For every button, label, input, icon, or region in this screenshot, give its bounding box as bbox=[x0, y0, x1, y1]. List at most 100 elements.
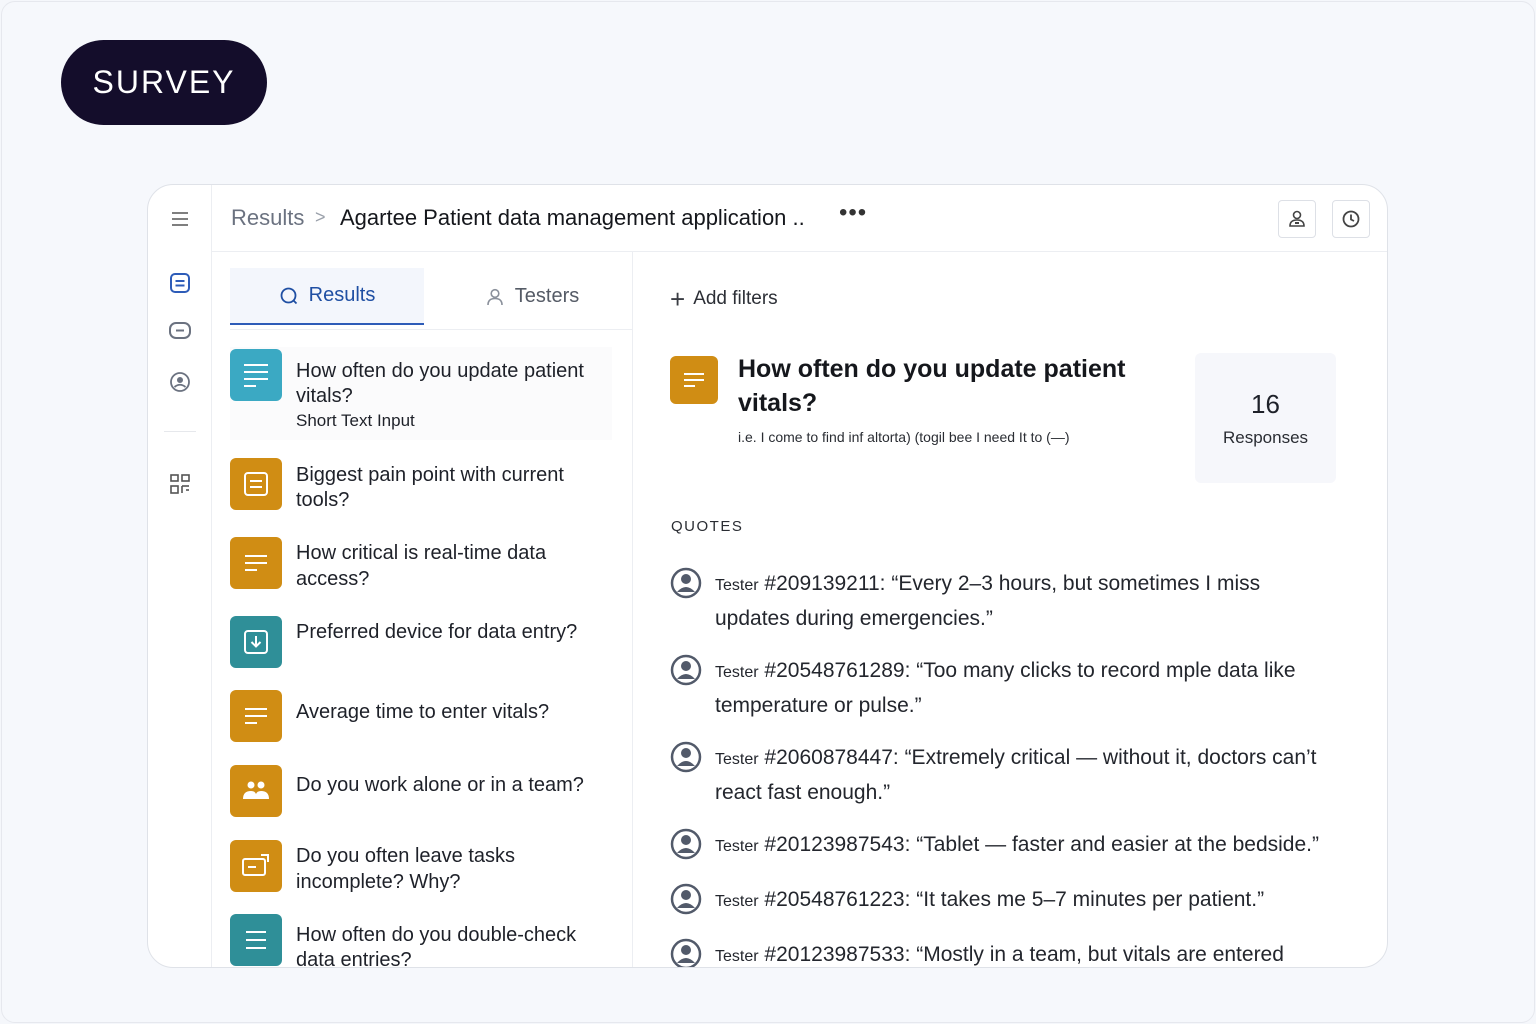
tab-results-label: Results bbox=[308, 284, 376, 306]
quote-tester-id: #20548761289: bbox=[764, 659, 911, 682]
quote-tester-label: Tester bbox=[715, 948, 759, 965]
question-title: How often do you update patient vitals? bbox=[738, 352, 1158, 420]
survey-badge-label: SURVEY bbox=[92, 64, 236, 100]
quote-tester-label: Tester bbox=[715, 893, 759, 910]
avatar-icon bbox=[670, 741, 702, 773]
tabs-divider bbox=[230, 329, 633, 330]
question-text: How often do you update patient bbox=[296, 360, 584, 382]
quote-body-cont: updates during emergencies.” bbox=[715, 607, 993, 630]
questions-panel: Results Testers How often do you update … bbox=[212, 252, 633, 967]
quote-body: “It takes me 5–7 minutes per patient.” bbox=[910, 888, 1265, 911]
question-text: Do you often leave tasks bbox=[296, 845, 516, 867]
tab-results[interactable]: Results bbox=[230, 268, 424, 325]
quote-tester-label: Tester bbox=[715, 838, 759, 855]
question-text-cont: incomplete? Why? bbox=[296, 871, 461, 893]
quote-body: “Every 2–3 hours, but sometimes I miss bbox=[885, 572, 1261, 595]
quote-tester-id: #20548761223: bbox=[764, 888, 911, 911]
quote-item: Tester #20548761289: “Too many clicks to… bbox=[670, 654, 1360, 720]
user-icon bbox=[486, 288, 503, 305]
quote-tester-id: #20123987543: bbox=[764, 833, 911, 856]
quote-text: Tester #2060878447: “Extremely critical … bbox=[715, 741, 1355, 809]
list-icon[interactable] bbox=[166, 269, 194, 297]
user-badge-button[interactable] bbox=[1278, 200, 1316, 238]
question-text: How critical is real-time data bbox=[296, 542, 547, 564]
avatar-icon bbox=[670, 828, 702, 860]
question-text-cont: data entries? bbox=[296, 949, 412, 968]
app-window: Results > Agartee Patient data managemen… bbox=[147, 184, 1388, 968]
user-badge-icon bbox=[1289, 210, 1305, 227]
chat-icon[interactable] bbox=[166, 317, 194, 345]
quotes-heading: QUOTES bbox=[671, 518, 744, 535]
quote-text: Tester #20123987533: “Mostly in a team, … bbox=[715, 938, 1355, 967]
download-box-icon bbox=[230, 616, 282, 668]
survey-badge: SURVEY bbox=[61, 40, 267, 125]
form-icon bbox=[230, 458, 282, 510]
text-lines-icon bbox=[230, 349, 282, 401]
breadcrumb-separator: > bbox=[315, 207, 326, 227]
history-button[interactable] bbox=[1332, 200, 1370, 238]
menu-icon[interactable] bbox=[166, 205, 194, 233]
add-filters-button[interactable]: + Add filters bbox=[670, 284, 778, 314]
question-description: i.e. I come to find inf altorta) (togil … bbox=[738, 429, 1070, 445]
question-type: Short Text Input bbox=[296, 411, 415, 430]
breadcrumb-results[interactable]: Results bbox=[231, 205, 304, 231]
avatar-icon bbox=[670, 883, 702, 915]
avatar-icon bbox=[670, 938, 702, 967]
list-lines-icon bbox=[230, 914, 282, 966]
question-item[interactable]: How often do you update patient vitals? … bbox=[230, 347, 612, 440]
question-item[interactable]: How critical is real-time data access? bbox=[230, 537, 612, 597]
quote-tester-label: Tester bbox=[715, 577, 759, 594]
team-icon bbox=[230, 765, 282, 817]
quote-text: Tester #209139211: “Every 2–3 hours, but… bbox=[715, 567, 1355, 635]
quote-text: Tester #20548761289: “Too many clicks to… bbox=[715, 654, 1355, 722]
text-lines-icon bbox=[230, 690, 282, 742]
search-icon bbox=[280, 287, 297, 304]
quote-tester-label: Tester bbox=[715, 664, 759, 681]
responses-card: 16 Responses bbox=[1195, 353, 1336, 483]
quote-item: Tester #20123987543: “Tablet — faster an… bbox=[670, 828, 1360, 862]
question-text: Biggest pain point with current bbox=[296, 464, 564, 486]
tab-testers-label: Testers bbox=[514, 285, 580, 307]
rail-divider bbox=[164, 431, 196, 432]
question-text: Average time to enter vitals? bbox=[296, 701, 550, 723]
quote-body-cont: react fast enough.” bbox=[715, 781, 891, 804]
user-circle-icon[interactable] bbox=[166, 368, 194, 396]
question-item[interactable]: Biggest pain point with current tools? bbox=[230, 458, 612, 518]
responses-count: 16 bbox=[1251, 389, 1280, 419]
question-item[interactable]: Do you work alone or in a team? bbox=[230, 765, 612, 819]
quote-tester-label: Tester bbox=[715, 751, 759, 768]
more-options-button[interactable]: ••• bbox=[839, 199, 867, 227]
question-title-line: How often do you update patient bbox=[738, 355, 1126, 383]
text-lines-icon bbox=[670, 356, 718, 404]
question-text-cont: vitals? bbox=[296, 385, 353, 407]
avatar-icon bbox=[670, 567, 702, 599]
tab-testers[interactable]: Testers bbox=[452, 268, 612, 325]
responses-label: Responses bbox=[1222, 428, 1309, 447]
question-detail-panel: + Add filters How often do you update pa… bbox=[633, 252, 1387, 967]
quote-tester-id: #20123987533: bbox=[764, 943, 911, 966]
grid-icon[interactable] bbox=[166, 470, 194, 498]
quote-text: Tester #20123987543: “Tablet — faster an… bbox=[715, 828, 1355, 863]
quote-body: “Extremely critical — without it, doctor… bbox=[898, 746, 1317, 769]
quote-body: “Too many clicks to record mple data lik… bbox=[910, 659, 1296, 682]
plus-icon: + bbox=[670, 284, 686, 314]
export-icon bbox=[230, 840, 282, 892]
question-text-cont: access? bbox=[296, 568, 370, 590]
quote-body: “Mostly in a team, but vitals are entere… bbox=[910, 943, 1284, 966]
question-item[interactable]: Average time to enter vitals? bbox=[230, 690, 612, 744]
avatar-icon bbox=[670, 654, 702, 686]
question-item[interactable]: Preferred device for data entry? bbox=[230, 616, 612, 670]
add-filters-label: Add filters bbox=[693, 288, 778, 309]
page-title: Agartee Patient data management applicat… bbox=[340, 205, 805, 230]
question-item[interactable]: How often do you double-check data entri… bbox=[230, 914, 612, 968]
quote-item: Tester #20548761223: “It takes me 5–7 mi… bbox=[670, 883, 1360, 917]
quote-tester-id: #2060878447: bbox=[764, 746, 899, 769]
question-item[interactable]: Do you often leave tasks incomplete? Why… bbox=[230, 840, 612, 900]
header-bar: Results > Agartee Patient data managemen… bbox=[212, 185, 1387, 252]
quote-body-cont: temperature or pulse.” bbox=[715, 694, 922, 717]
quote-item: Tester #209139211: “Every 2–3 hours, but… bbox=[670, 567, 1360, 633]
question-text-cont: tools? bbox=[296, 489, 350, 511]
icon-rail bbox=[148, 185, 212, 967]
question-text: How often do you double-check bbox=[296, 924, 577, 946]
question-title-line: vitals? bbox=[738, 389, 818, 417]
